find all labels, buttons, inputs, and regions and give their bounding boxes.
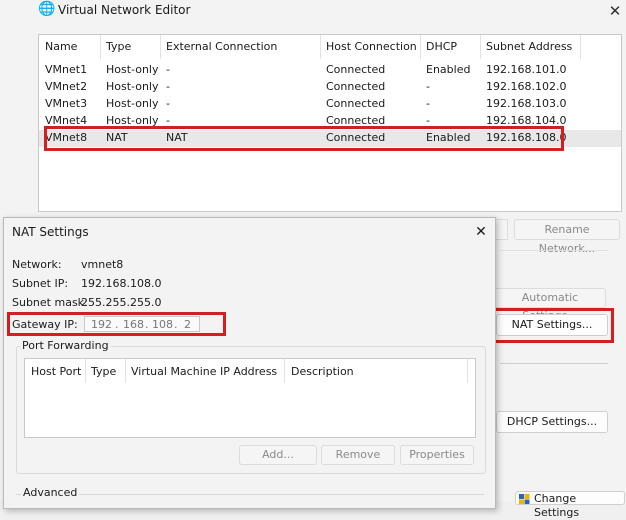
globe-icon: 🌐 [38, 1, 56, 17]
highlight-box-vmnet8 [44, 126, 564, 151]
network-table[interactable]: Name Type External Connection Host Conne… [38, 34, 622, 212]
subnet-mask-value: 255.255.255.0 [81, 296, 162, 309]
cell-subnet: 192.168.103.0 [486, 97, 567, 110]
column-header-vm-ip-address[interactable]: Virtual Machine IP Address [131, 365, 277, 378]
cell-name: VMnet2 [45, 80, 88, 93]
remove-button[interactable]: Remove [321, 445, 395, 465]
cell-type: Host-only [106, 97, 159, 110]
table-row[interactable]: VMnet2 Host-only - Connected - 192.168.1… [39, 79, 621, 96]
column-header-host-connection[interactable]: Host Connection [326, 40, 417, 53]
add-button[interactable]: Add... [239, 445, 317, 465]
cell-type: Host-only [106, 80, 159, 93]
highlight-box-nat-settings [488, 308, 614, 343]
column-header-type[interactable]: Type [106, 40, 131, 53]
divider [500, 250, 608, 251]
shield-icon [519, 494, 530, 504]
window-title: Virtual Network Editor [58, 3, 191, 17]
close-icon[interactable]: ✕ [604, 0, 626, 22]
cell-host: Connected [326, 97, 386, 110]
rename-network-button[interactable]: Rename Network... [514, 219, 620, 255]
cell-external: - [166, 97, 170, 110]
advanced-section-title: Advanced [21, 486, 80, 499]
subnet-ip-value: 192.168.108.0 [81, 277, 162, 290]
properties-button[interactable]: Properties [400, 445, 474, 465]
automatic-settings-button[interactable]: Automatic Settings... [494, 288, 606, 322]
column-header-host-port[interactable]: Host Port [31, 365, 81, 378]
cell-name: VMnet1 [45, 63, 88, 76]
change-settings-button[interactable]: Change Settings [515, 491, 625, 519]
dhcp-settings-button[interactable]: DHCP Settings... [496, 411, 608, 433]
column-header-subnet-address[interactable]: Subnet Address [486, 40, 572, 53]
subnet-mask-label: Subnet mask: [12, 296, 88, 309]
column-header-dhcp[interactable]: DHCP [426, 40, 457, 53]
column-header-type[interactable]: Type [91, 365, 116, 378]
close-icon[interactable]: ✕ [470, 221, 492, 243]
cell-host: Connected [326, 80, 386, 93]
nat-settings-dialog: NAT Settings ✕ Network: vmnet8 Subnet IP… [3, 217, 496, 509]
column-header-name[interactable]: Name [45, 40, 77, 53]
advanced-divider [16, 494, 484, 495]
highlight-box-gateway-ip [7, 312, 226, 336]
table-row[interactable]: VMnet3 Host-only - Connected - 192.168.1… [39, 96, 621, 113]
cell-external: - [166, 80, 170, 93]
cell-host: Connected [326, 63, 386, 76]
cell-subnet: 192.168.102.0 [486, 80, 567, 93]
cell-dhcp: - [426, 97, 430, 110]
cell-external: - [166, 63, 170, 76]
cell-subnet: 192.168.101.0 [486, 63, 567, 76]
cell-dhcp: - [426, 80, 430, 93]
table-row[interactable]: VMnet1 Host-only - Connected Enabled 192… [39, 62, 621, 79]
port-forwarding-title: Port Forwarding [20, 339, 111, 352]
column-header-external-connection[interactable]: External Connection [166, 40, 277, 53]
cell-type: Host-only [106, 63, 159, 76]
dialog-title: NAT Settings [12, 225, 89, 239]
column-header-description[interactable]: Description [291, 365, 354, 378]
divider [500, 363, 608, 364]
network-value: vmnet8 [81, 258, 124, 271]
cell-dhcp: Enabled [426, 63, 471, 76]
title-bar: 🌐 Virtual Network Editor ✕ [0, 0, 626, 24]
network-label: Network: [12, 258, 62, 271]
cell-name: VMnet3 [45, 97, 88, 110]
subnet-ip-label: Subnet IP: [12, 277, 69, 290]
port-forwarding-table[interactable]: Host Port Type Virtual Machine IP Addres… [24, 358, 476, 438]
